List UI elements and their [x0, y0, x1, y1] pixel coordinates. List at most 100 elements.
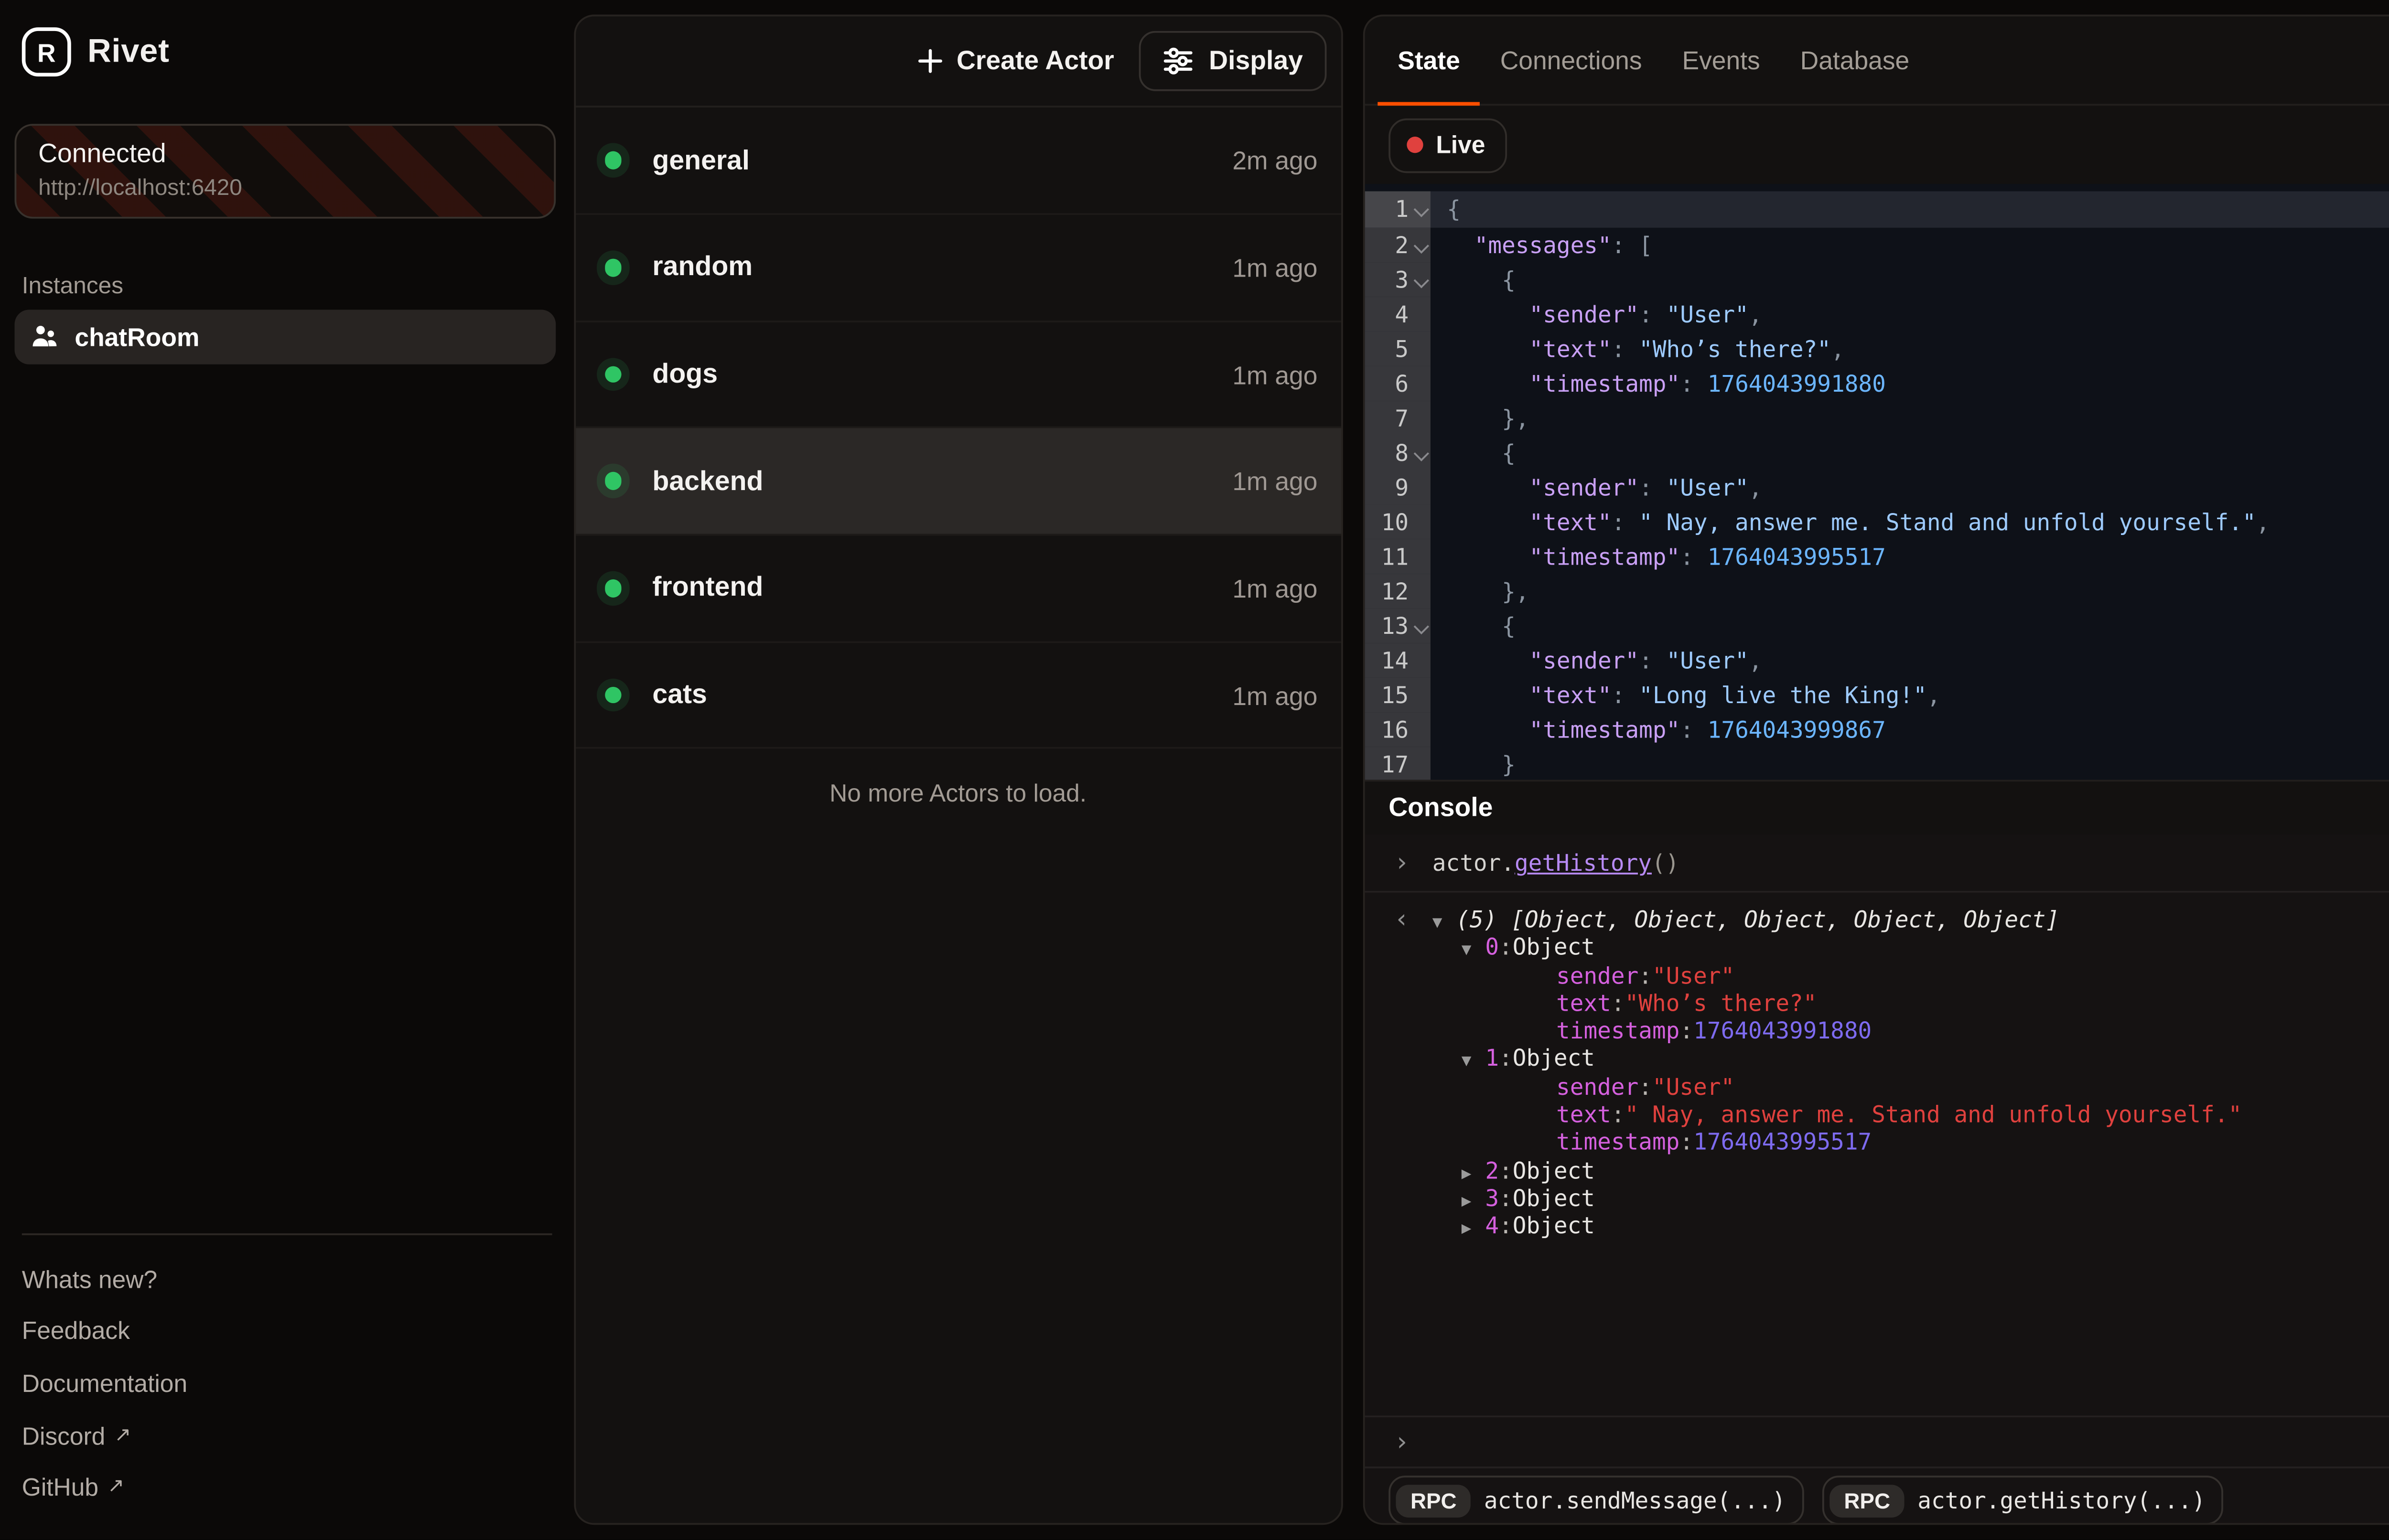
fold-chevron-icon[interactable] [1414, 237, 1429, 253]
status-dot-icon [604, 473, 621, 490]
editor-line: 17 } [1365, 748, 2389, 781]
sidebar-link-github[interactable]: GitHub↗ [22, 1462, 552, 1514]
editor-code: { [1431, 609, 2389, 643]
editor-code: "sender": "User", [1431, 470, 2389, 504]
sidebar-item-instance-chatRoom[interactable]: chatRoom [15, 310, 556, 364]
state-json-editor[interactable]: 1{2 "messages": [3 {4 "sender": "User", 5… [1365, 184, 2389, 781]
sidebar-link-feedback[interactable]: Feedback [22, 1305, 552, 1358]
tab-database[interactable]: Database [1780, 16, 1930, 104]
display-label: Display [1209, 47, 1303, 76]
plus-icon [916, 48, 944, 75]
fold-chevron-icon[interactable] [1414, 619, 1429, 634]
actor-last-seen: 1m ago [1232, 574, 1317, 603]
editor-line: 3 { [1365, 262, 2389, 297]
actor-row-frontend[interactable]: frontend1m ago [575, 535, 1341, 642]
line-number: 6 [1365, 366, 1431, 401]
editor-line: 5 "text": "Who’s there?", [1365, 331, 2389, 366]
actor-row-general[interactable]: general2m ago [575, 108, 1341, 215]
prompt-icon: › [1365, 848, 1432, 877]
actor-list: general2m agorandom1m agodogs1m agobacke… [575, 108, 1341, 749]
fold-chevron-icon[interactable] [1414, 446, 1429, 461]
external-link-icon: ↗ [108, 1474, 124, 1498]
console-row: ▼1: Object [1365, 1045, 2389, 1072]
line-number: 17 [1365, 748, 1431, 781]
live-dot-icon [1407, 137, 1423, 153]
console-prompt[interactable]: › [1365, 1416, 2389, 1466]
link-label: Feedback [22, 1318, 130, 1345]
console-row: ▶4: Object [1365, 1212, 2389, 1240]
external-link-icon: ↗ [114, 1422, 131, 1446]
rpc-method-label: actor.getHistory(...) [1917, 1487, 2206, 1514]
create-actor-label: Create Actor [957, 47, 1114, 76]
line-number: 10 [1365, 504, 1431, 539]
rpc-badge: RPC [1396, 1484, 1471, 1517]
editor-line: 1{ [1365, 192, 2389, 227]
editor-lines: 1{2 "messages": [3 {4 "sender": "User", 5… [1365, 184, 2389, 781]
tab-connections[interactable]: Connections [1480, 16, 1662, 104]
console-row: ▶3: Object [1365, 1184, 2389, 1212]
live-badge[interactable]: Live [1388, 118, 1507, 172]
editor-code: "sender": "User", [1431, 643, 2389, 678]
rpc-chip-actor-gethistory-[interactable]: RPCactor.getHistory(...) [1822, 1476, 2224, 1524]
sliders-icon [1163, 48, 1194, 75]
fold-chevron-icon[interactable] [1414, 203, 1429, 218]
sidebar-link-whats-new-[interactable]: Whats new? [22, 1253, 552, 1305]
line-number: 4 [1365, 296, 1431, 331]
connection-status-card: Connected http://localhost:6420 [15, 124, 556, 218]
console-row: timestamp: 1764043995517 [1365, 1128, 2389, 1156]
editor-code: "timestamp": 1764043995517 [1431, 539, 2389, 574]
line-number: 2 [1365, 227, 1431, 262]
editor-line: 2 "messages": [ [1365, 227, 2389, 262]
actors-panel: Create Actor Display general2m agorandom… [573, 15, 1343, 1524]
editor-line: 15 "text": "Long live the King!", [1365, 678, 2389, 713]
expand-closed-icon[interactable]: ▶ [1462, 1218, 1485, 1245]
line-number: 5 [1365, 331, 1431, 366]
tab-events[interactable]: Events [1662, 16, 1780, 104]
brand: R Rivet [22, 27, 170, 76]
actor-row-backend[interactable]: backend1m ago [575, 429, 1341, 536]
display-button[interactable]: Display [1140, 31, 1326, 91]
instance-list: chatRoom [15, 310, 556, 364]
actor-name: dogs [652, 359, 1232, 390]
editor-line: 16 "timestamp": 1764043999867 [1365, 713, 2389, 748]
sidebar-link-discord[interactable]: Discord ↗ [22, 1410, 552, 1462]
actors-header: Create Actor Display [575, 16, 1341, 108]
inspector-panel: StateConnectionsEventsDatabase Running L… [1363, 15, 2389, 1524]
sidebar-link-documentation[interactable]: Documentation [22, 1358, 552, 1410]
create-actor-button[interactable]: Create Actor [898, 36, 1132, 87]
link-label: Discord [22, 1422, 106, 1449]
expand-open-icon[interactable]: ▼ [1432, 911, 1456, 939]
console-row: ▶2: Object [1365, 1156, 2389, 1184]
editor-code: }, [1431, 574, 2389, 609]
history-args: () [1652, 849, 1679, 877]
line-number: 3 [1365, 262, 1431, 297]
editor-line: 10 "text": " Nay, answer me. Stand and u… [1365, 504, 2389, 539]
actor-row-cats[interactable]: cats1m ago [575, 642, 1341, 749]
console-header: Console [1365, 781, 2389, 835]
expand-open-icon[interactable]: ▼ [1462, 1050, 1485, 1078]
live-toolbar: Live [1365, 106, 2389, 184]
line-number: 8 [1365, 435, 1431, 470]
expand-open-icon[interactable]: ▼ [1462, 939, 1485, 966]
editor-code: "text": "Who’s there?", [1431, 331, 2389, 366]
link-label: Whats new? [22, 1266, 157, 1293]
actor-row-random[interactable]: random1m ago [575, 215, 1341, 322]
actor-name: backend [652, 466, 1232, 497]
history-method: getHistory [1515, 849, 1652, 877]
line-number: 12 [1365, 574, 1431, 609]
status-dot-icon [604, 366, 621, 383]
app-root: R Rivet Connected http://localhost:6420 … [0, 0, 2389, 1540]
tab-state[interactable]: State [1377, 16, 1480, 104]
fold-chevron-icon[interactable] [1414, 272, 1429, 288]
status-dot-icon [604, 259, 621, 276]
rpc-chip-actor-sendmessage-[interactable]: RPCactor.sendMessage(...) [1388, 1476, 1804, 1524]
console-title: Console [1388, 794, 1493, 823]
editor-line: 7 }, [1365, 400, 2389, 435]
line-number: 15 [1365, 678, 1431, 713]
editor-code: } [1431, 748, 2389, 781]
active-tab-underline [1377, 101, 1480, 107]
actor-row-dogs[interactable]: dogs1m ago [575, 322, 1341, 429]
console-row: text: " Nay, answer me. Stand and unfold… [1365, 1101, 2389, 1128]
instance-name: chatRoom [75, 322, 199, 352]
actor-name: general [652, 145, 1232, 176]
